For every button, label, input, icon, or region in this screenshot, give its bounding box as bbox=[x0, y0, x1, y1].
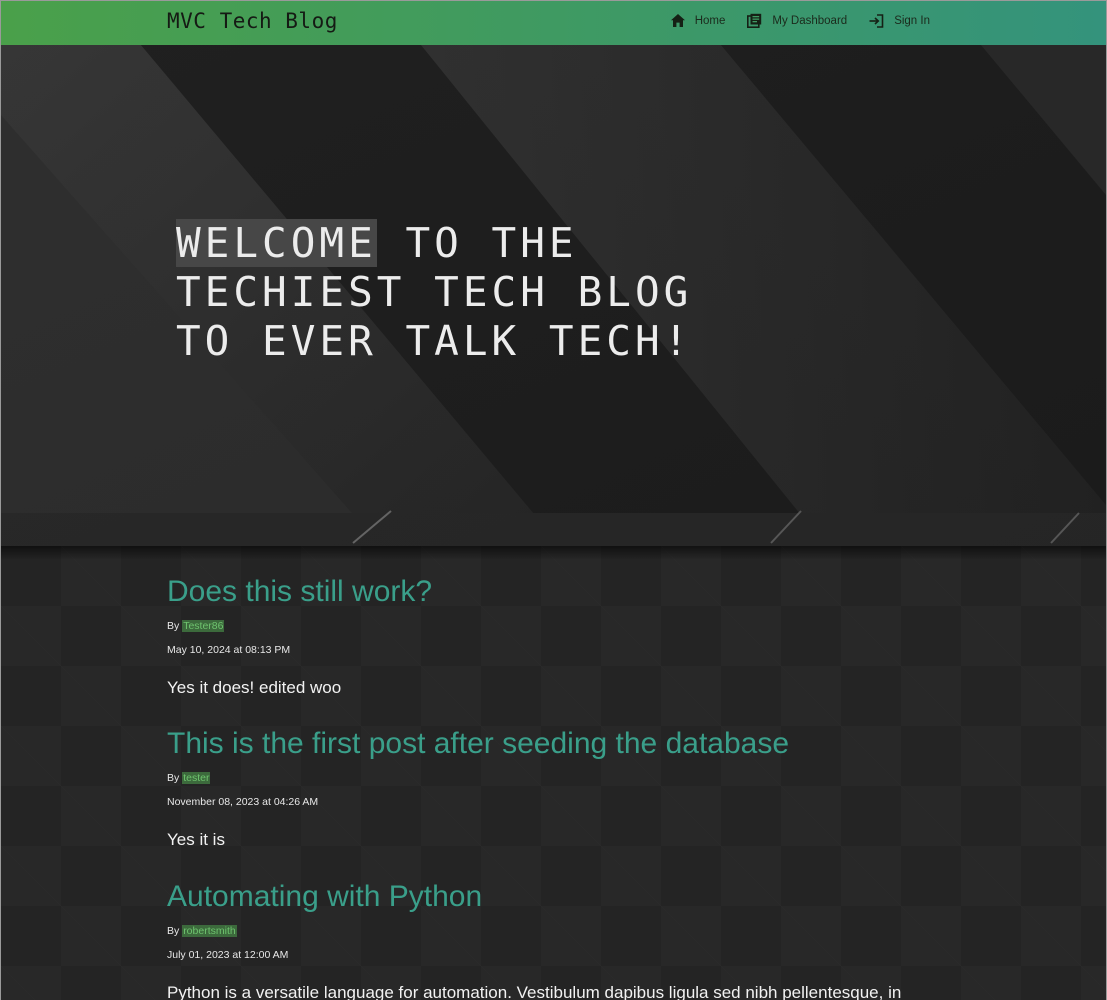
by-label: By bbox=[167, 620, 180, 632]
hero-bottom-shadow bbox=[1, 546, 1106, 560]
by-label: By bbox=[167, 925, 180, 937]
by-label: By bbox=[167, 772, 180, 784]
sign-in-icon bbox=[869, 13, 884, 28]
author-link[interactable]: robertsmith bbox=[182, 925, 237, 937]
home-icon bbox=[670, 14, 685, 27]
post-title[interactable]: Does this still work? bbox=[167, 574, 1047, 610]
post-body: Yes it does! edited woo bbox=[167, 678, 342, 697]
hero-title: WELCOME TO THE TECHIEST TECH BLOG TO EVE… bbox=[176, 219, 736, 366]
nav-sign-in-label: Sign In bbox=[894, 14, 930, 27]
author-link[interactable]: tester bbox=[182, 772, 211, 784]
post-body: Yes it is bbox=[167, 830, 225, 849]
post-byline: By tester bbox=[167, 772, 1047, 784]
post-title[interactable]: This is the first post after seeding the… bbox=[167, 726, 1047, 762]
nav-home-label: Home bbox=[694, 14, 726, 27]
nav-sign-in-link[interactable]: Sign In bbox=[869, 13, 930, 28]
post-feed: Does this still work? By Tester86 May 10… bbox=[1, 546, 1106, 1000]
top-navbar: MVC Tech Blog Home My Dashboard Sign In bbox=[1, 1, 1106, 45]
hero-title-highlight: WELCOME bbox=[176, 219, 377, 267]
post-date: July 01, 2023 at 12:00 AM bbox=[167, 949, 289, 961]
dashboard-icon bbox=[747, 13, 762, 28]
nav-home-link[interactable]: Home bbox=[670, 14, 726, 27]
post-byline: By Tester86 bbox=[167, 620, 1047, 632]
post-body: Python is a versatile language for autom… bbox=[167, 983, 902, 1000]
post-card: Automating with Python By robertsmith Ju… bbox=[167, 879, 1047, 1000]
hero-banner: WELCOME TO THE TECHIEST TECH BLOG TO EVE… bbox=[1, 45, 1106, 546]
nav-links: Home My Dashboard Sign In bbox=[649, 13, 930, 28]
nav-dashboard-label: My Dashboard bbox=[772, 14, 848, 27]
post-card: Does this still work? By Tester86 May 10… bbox=[167, 574, 1047, 698]
post-date: May 10, 2024 at 08:13 PM bbox=[167, 644, 291, 656]
author-link[interactable]: Tester86 bbox=[182, 620, 225, 632]
nav-dashboard-link[interactable]: My Dashboard bbox=[747, 13, 847, 28]
post-date: November 08, 2023 at 04:26 AM bbox=[167, 796, 319, 808]
post-title[interactable]: Automating with Python bbox=[167, 879, 1047, 915]
site-brand[interactable]: MVC Tech Blog bbox=[167, 9, 338, 33]
post-card: This is the first post after seeding the… bbox=[167, 726, 1047, 850]
post-byline: By robertsmith bbox=[167, 925, 1047, 937]
